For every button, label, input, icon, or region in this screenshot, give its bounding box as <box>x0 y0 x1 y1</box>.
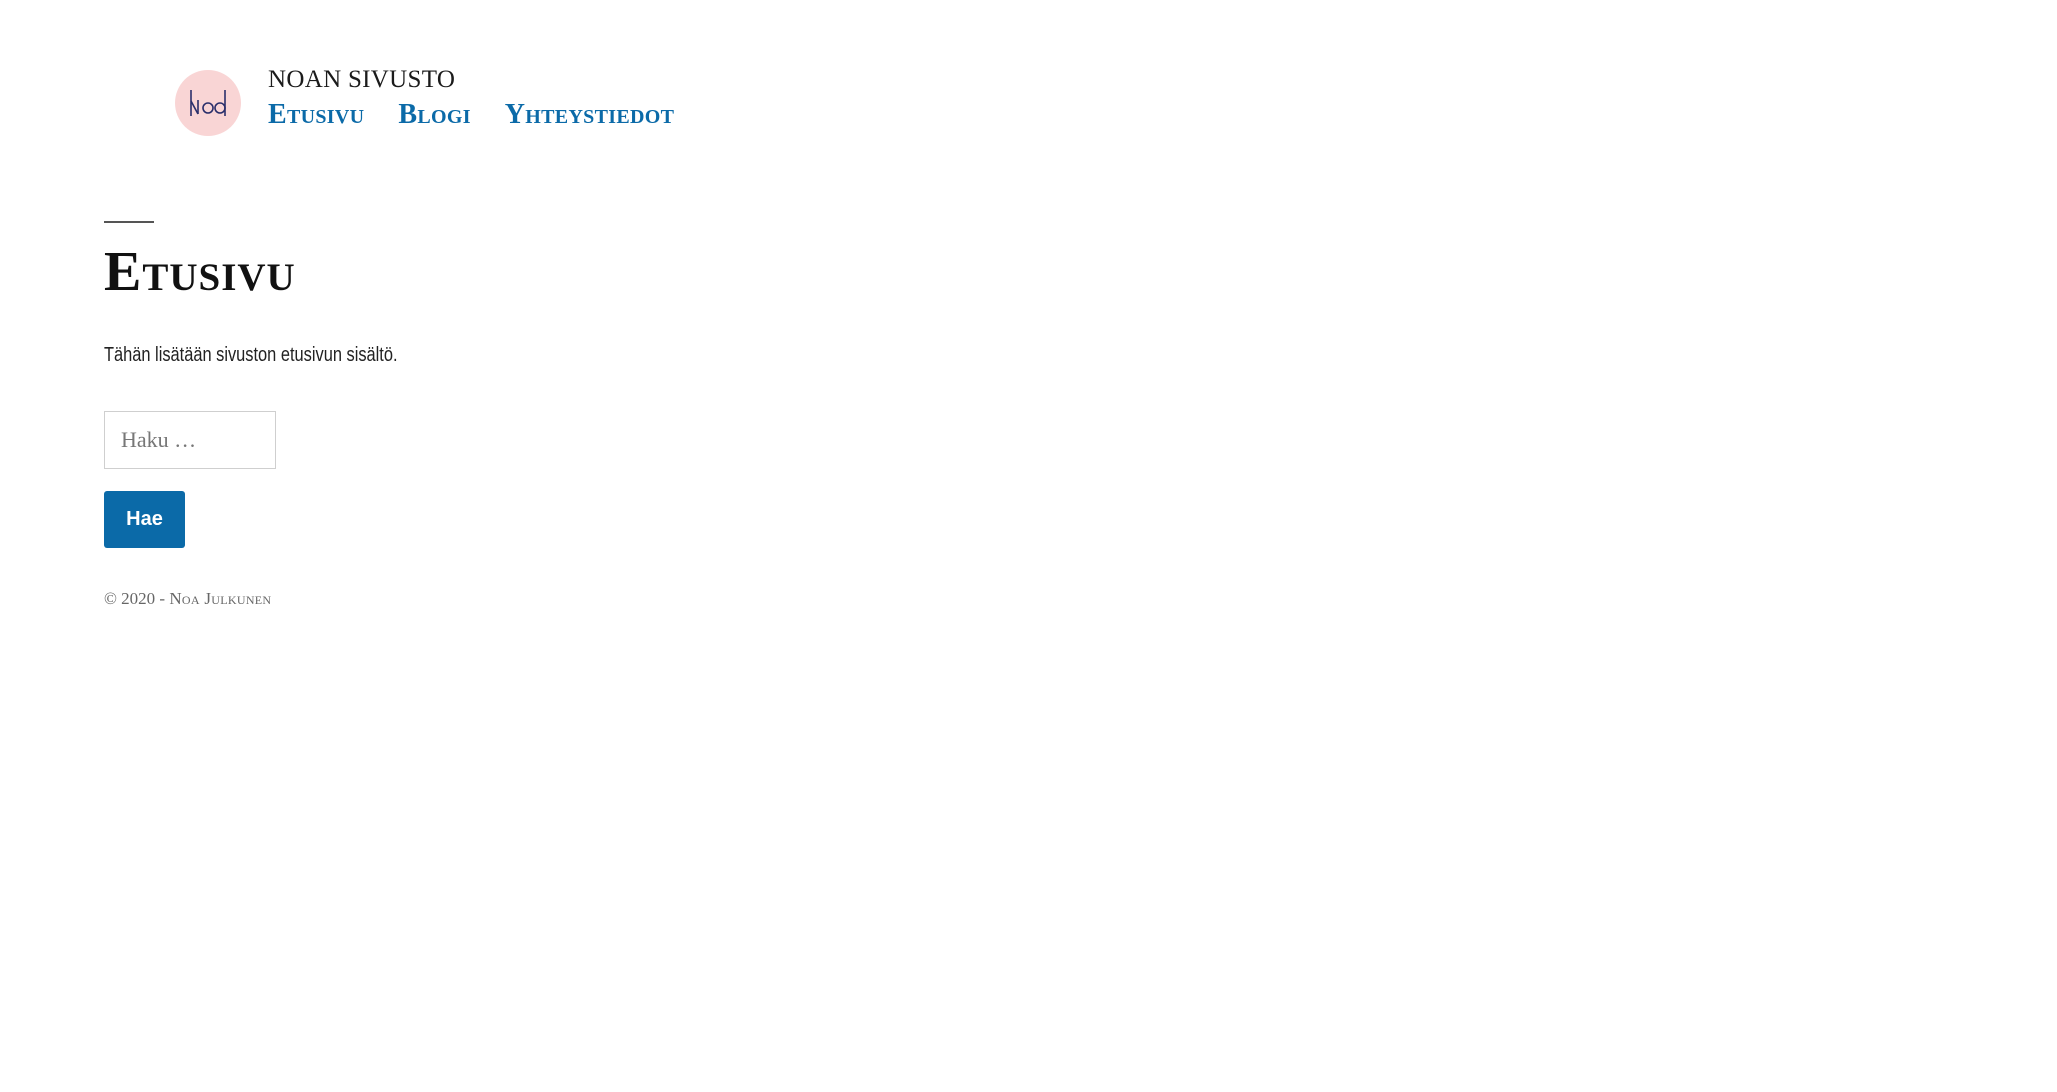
footer-author: Noa Julkunen <box>169 589 272 608</box>
site-title[interactable]: NOAN SIVUSTO <box>268 66 455 94</box>
page-title: Etusivu <box>104 241 296 303</box>
nav-item-blogi[interactable]: Blogi <box>398 99 470 131</box>
intro-text: Tähän lisätään sivuston etusivun sisältö… <box>104 344 398 366</box>
main-navigation: Etusivu Blogi Yhteystiedot <box>268 99 674 131</box>
title-divider <box>104 221 154 223</box>
nav-item-yhteystiedot[interactable]: Yhteystiedot <box>505 99 674 131</box>
search-button[interactable]: Hae <box>104 491 185 548</box>
nav-item-etusivu[interactable]: Etusivu <box>268 99 364 131</box>
site-footer: © 2020 - Noa Julkunen <box>104 589 271 609</box>
search-input[interactable] <box>104 411 276 469</box>
copyright-text: © 2020 - <box>104 589 166 608</box>
site-logo[interactable] <box>175 70 241 136</box>
logo-monogram <box>190 90 226 116</box>
